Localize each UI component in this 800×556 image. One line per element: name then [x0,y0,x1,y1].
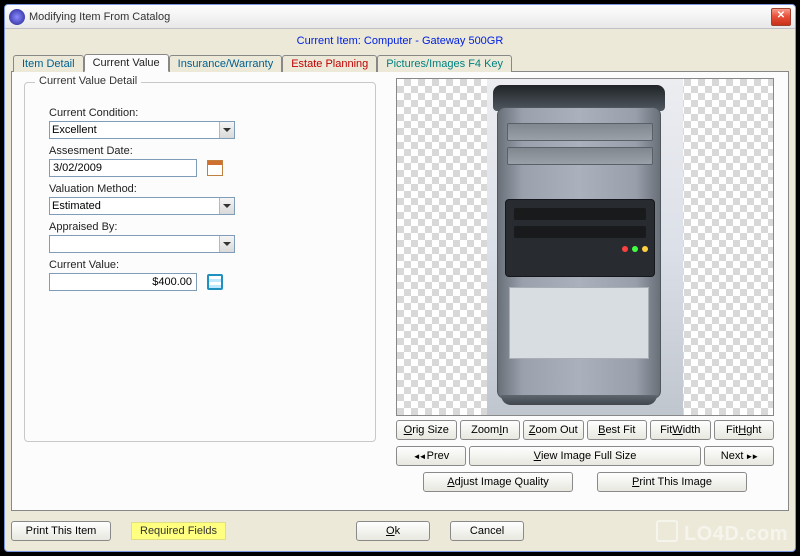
input-assessment-date-value: 3/02/2009 [53,162,102,174]
tab-panel: Current Value Detail Current Condition: … [11,71,789,511]
input-current-value-value: $400.00 [152,276,192,288]
btn-orig-size[interactable]: Orig Size [396,420,457,440]
combo-appraised-by[interactable] [49,235,235,253]
combo-condition-value: Excellent [52,124,97,136]
label-current-value: Current Value: [49,259,355,271]
btn-print-image[interactable]: Print This Image [597,472,747,492]
window-title: Modifying Item From Catalog [29,11,771,23]
groupbox-title: Current Value Detail [35,75,141,87]
form-column: Current Value Detail Current Condition: … [12,72,388,510]
tab-estate-planning[interactable]: Estate Planning [282,55,377,72]
window-frame: Modifying Item From Catalog ✕ Current It… [4,4,796,552]
chevron-down-icon [219,122,234,138]
tab-insurance-warranty[interactable]: Insurance/Warranty [169,55,283,72]
tab-pictures-images[interactable]: Pictures/Images F4 Key [377,55,512,72]
btn-print-this-item[interactable]: Print This Item [11,521,111,541]
current-item-banner: Current Item: Computer - Gateway 500GR [5,29,795,49]
label-valuation-method: Valuation Method: [49,183,355,195]
combo-valuation-value: Estimated [52,200,101,212]
btn-best-fit[interactable]: Best Fit [587,420,648,440]
app-icon [9,9,25,25]
input-current-value[interactable]: $400.00 [49,273,197,291]
image-column: Orig Size Zoom In Zoom Out Best Fit Fit … [388,72,788,510]
tab-current-value[interactable]: Current Value [84,54,169,72]
bottom-action-bar: Print This Item Required Fields Ok Cance… [11,519,789,543]
calculator-icon[interactable] [207,274,223,290]
btn-zoom-in[interactable]: Zoom In [460,420,521,440]
titlebar: Modifying Item From Catalog ✕ [5,5,795,29]
image-toolbar: Orig Size Zoom In Zoom Out Best Fit Fit … [396,420,774,495]
label-assessment-date: Assesment Date: [49,145,355,157]
input-assessment-date[interactable]: 3/02/2009 [49,159,197,177]
calendar-icon[interactable] [207,160,223,176]
combo-valuation-method[interactable]: Estimated [49,197,235,215]
btn-prev-image[interactable]: Prev [396,446,466,466]
btn-ok[interactable]: Ok [356,521,430,541]
label-appraised-by: Appraised By: [49,221,355,233]
chevron-down-icon [219,236,234,252]
btn-view-full-size[interactable]: View Image Full Size [469,446,701,466]
btn-fit-width[interactable]: Fit Width [650,420,711,440]
required-fields-badge: Required Fields [131,522,226,540]
btn-adjust-quality[interactable]: Adjust Image Quality [423,472,573,492]
current-value-groupbox: Current Value Detail Current Condition: … [24,82,376,442]
tab-item-detail[interactable]: Item Detail [13,55,84,72]
btn-zoom-out[interactable]: Zoom Out [523,420,584,440]
btn-fit-height[interactable]: Fit Hght [714,420,775,440]
label-condition: Current Condition: [49,107,355,119]
tabstrip: Item Detail Current Value Insurance/Warr… [11,51,789,71]
btn-cancel[interactable]: Cancel [450,521,524,541]
image-preview-panel[interactable] [396,78,774,416]
chevron-down-icon [219,198,234,214]
item-photo [487,79,683,415]
combo-condition[interactable]: Excellent [49,121,235,139]
close-button[interactable]: ✕ [771,8,791,26]
btn-next-image[interactable]: Next [704,446,774,466]
